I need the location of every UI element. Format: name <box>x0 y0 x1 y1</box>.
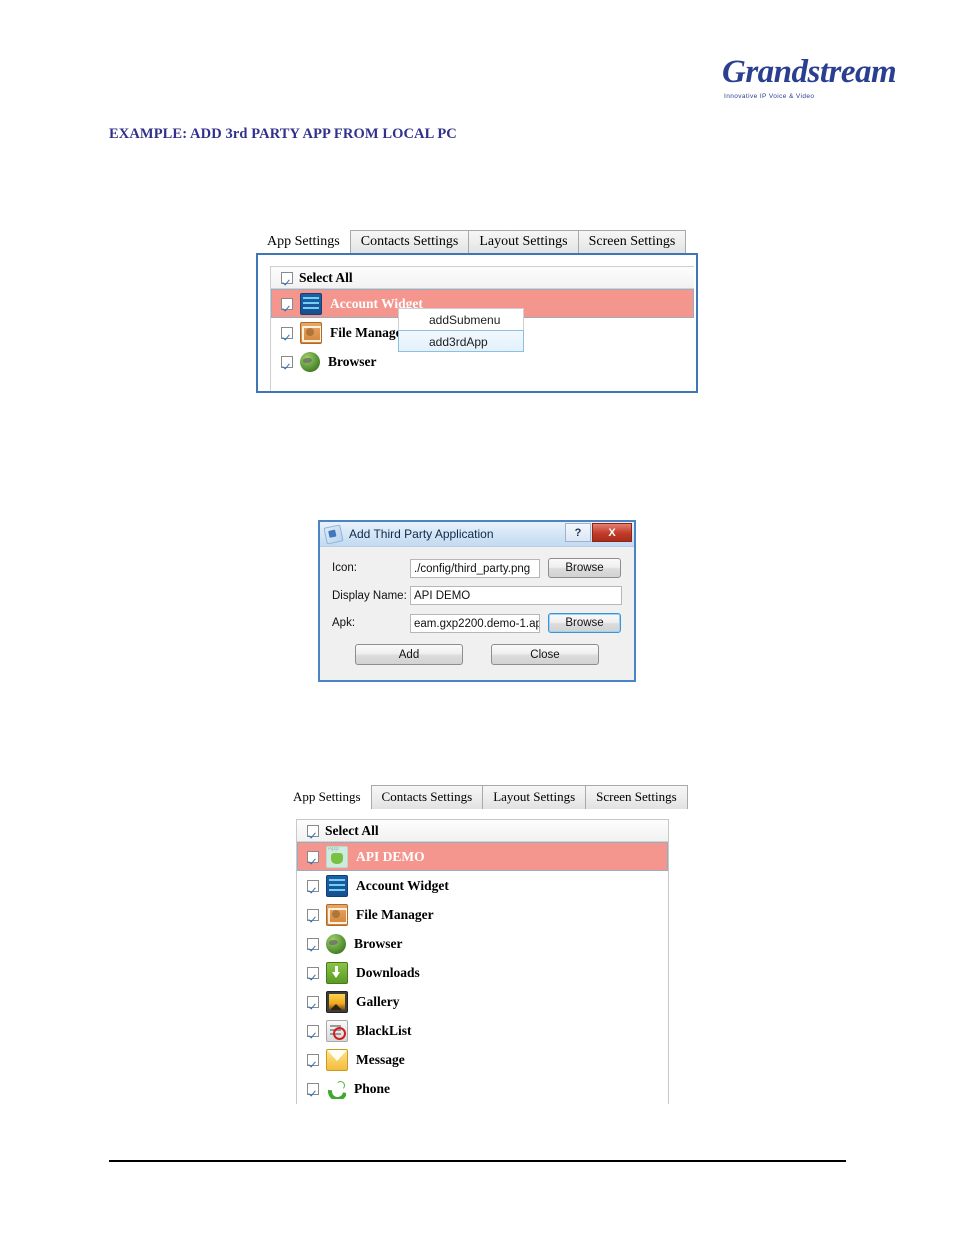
list-item[interactable]: Message <box>297 1045 668 1074</box>
logo-tagline: Innovative IP Voice & Video <box>724 93 815 100</box>
menu-item-add-3rd-app[interactable]: add3rdApp <box>398 330 524 352</box>
tab-layout-settings[interactable]: Layout Settings <box>482 785 587 809</box>
tabstrip-bottom: App Settings Contacts Settings Layout Se… <box>282 785 688 809</box>
dialog-actions: Add Close <box>332 644 622 665</box>
list-item[interactable]: BlackList <box>297 1016 668 1045</box>
row-checkbox[interactable] <box>281 297 293 310</box>
list-item-label: Gallery <box>356 993 400 1009</box>
list-item-label: Account Widget <box>356 877 449 893</box>
icon-field-row: Icon: ./config/third_party.png Browse <box>332 558 622 578</box>
list-item-label: File Manager <box>356 906 434 922</box>
list-item[interactable]: Gallery <box>297 987 668 1016</box>
browser-icon <box>300 351 320 372</box>
select-all-row[interactable]: Select All <box>297 820 668 842</box>
row-checkbox[interactable] <box>307 879 319 892</box>
display-name-input[interactable]: API DEMO <box>410 586 622 605</box>
apk-field-label: Apk: <box>332 617 356 629</box>
list-item-label: Browser <box>354 935 403 951</box>
list-item-label: Downloads <box>356 964 420 980</box>
account-widget-icon <box>326 874 348 897</box>
tab-contacts-settings[interactable]: Contacts Settings <box>370 785 484 809</box>
select-all-label: Select All <box>325 822 379 838</box>
list-item[interactable]: Browser <box>297 929 668 958</box>
select-all-label: Select All <box>299 269 353 285</box>
tab-app-settings[interactable]: App Settings <box>256 230 351 254</box>
add-button[interactable]: Add <box>355 644 463 665</box>
display-name-field-row: Display Name: API DEMO <box>332 586 622 605</box>
app-settings-panel-bottom: App Settings Contacts Settings Layout Se… <box>282 785 688 1105</box>
file-manager-icon <box>326 903 348 926</box>
row-checkbox[interactable] <box>307 937 319 950</box>
close-button[interactable]: Close <box>491 644 599 665</box>
blacklist-icon <box>326 1019 348 1042</box>
message-icon <box>326 1048 348 1071</box>
list-item[interactable]: Phone <box>297 1074 668 1103</box>
select-all-row[interactable]: Select All <box>271 267 694 289</box>
row-checkbox[interactable] <box>281 355 293 368</box>
file-manager-icon <box>300 321 322 344</box>
dialog-title: Add Third Party Application <box>349 527 494 541</box>
application-icon <box>323 523 344 545</box>
dialog-title-bar: Add Third Party Application ? X <box>320 522 634 547</box>
tab-layout-settings[interactable]: Layout Settings <box>468 230 579 254</box>
tab-contacts-settings[interactable]: Contacts Settings <box>349 230 470 254</box>
add-third-party-dialog: Add Third Party Application ? X Icon: ./… <box>318 520 636 682</box>
tab-app-settings[interactable]: App Settings <box>282 785 372 809</box>
list-item-label: API DEMO <box>356 848 425 864</box>
tabstrip-top: App Settings Contacts Settings Layout Se… <box>256 230 687 254</box>
close-icon[interactable]: X <box>592 523 632 542</box>
row-checkbox[interactable] <box>307 995 319 1008</box>
row-checkbox[interactable] <box>307 850 319 863</box>
list-item[interactable]: File Manager <box>297 900 668 929</box>
row-checkbox[interactable] <box>307 1082 319 1095</box>
list-item-label: BlackList <box>356 1022 412 1038</box>
row-checkbox[interactable] <box>307 1024 319 1037</box>
logo-wordmark: Grandstream <box>722 54 897 90</box>
dialog-body: Icon: ./config/third_party.png Browse Di… <box>320 547 634 675</box>
list-item[interactable]: API DEMO <box>297 842 668 871</box>
row-checkbox[interactable] <box>307 966 319 979</box>
list-item-label: Browser <box>328 353 377 369</box>
icon-field-label: Icon: <box>332 562 357 574</box>
grandstream-logo: Grandstream Innovative IP Voice & Video <box>722 52 897 114</box>
display-name-label: Display Name: <box>332 589 407 602</box>
tab-screen-settings[interactable]: Screen Settings <box>577 230 687 254</box>
list-item[interactable]: Downloads <box>297 958 668 987</box>
footer-divider <box>109 1160 846 1162</box>
select-all-checkbox[interactable] <box>281 271 293 284</box>
help-icon[interactable]: ? <box>565 523 591 542</box>
downloads-icon <box>326 961 348 984</box>
tab-screen-settings[interactable]: Screen Settings <box>585 785 688 809</box>
api-demo-icon <box>326 845 348 868</box>
gallery-icon <box>326 990 348 1013</box>
list-item[interactable]: Account Widget <box>297 871 668 900</box>
dialog-window-buttons: ? X <box>565 523 632 542</box>
row-checkbox[interactable] <box>307 908 319 921</box>
icon-path-input[interactable]: ./config/third_party.png <box>410 558 540 578</box>
app-list-bottom: Select All API DEMO Account Widget File … <box>296 819 669 1104</box>
page-title: EXAMPLE: ADD 3rd PARTY APP FROM LOCAL PC <box>109 126 457 142</box>
browser-icon <box>326 933 346 954</box>
browse-icon-button[interactable]: Browse <box>548 558 621 578</box>
list-item-label: Message <box>356 1051 405 1067</box>
account-widget-icon <box>300 292 322 315</box>
phone-icon <box>326 1079 346 1099</box>
menu-item-add-submenu[interactable]: addSubmenu <box>398 308 524 330</box>
select-all-checkbox[interactable] <box>307 824 319 837</box>
browse-apk-button[interactable]: Browse <box>548 613 621 633</box>
row-checkbox[interactable] <box>307 1053 319 1066</box>
list-item-label: File Manager <box>330 324 408 340</box>
context-menu: addSubmenu add3rdApp <box>398 308 524 352</box>
apk-path-input[interactable]: eam.gxp2200.demo-1.apk <box>410 613 540 633</box>
row-checkbox[interactable] <box>281 326 293 339</box>
apk-field-row: Apk: eam.gxp2200.demo-1.apk Browse <box>332 613 622 633</box>
list-item-label: Phone <box>354 1080 391 1096</box>
